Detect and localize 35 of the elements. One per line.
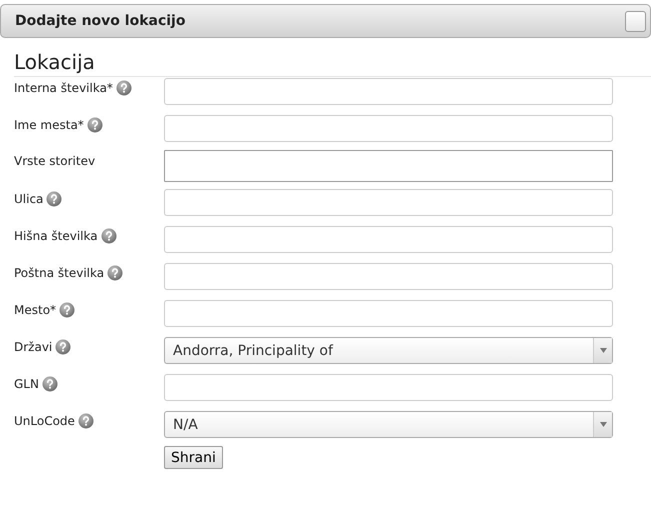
field-label: Hišna številka bbox=[14, 229, 98, 243]
help-icon[interactable] bbox=[100, 228, 117, 244]
field-label: Državi bbox=[14, 340, 52, 354]
help-icon[interactable] bbox=[59, 302, 76, 318]
help-icon[interactable] bbox=[86, 117, 103, 133]
help-icon[interactable] bbox=[107, 265, 124, 281]
text-field[interactable] bbox=[164, 374, 613, 401]
help-icon[interactable] bbox=[46, 191, 62, 207]
help-icon[interactable] bbox=[78, 413, 94, 429]
text-field[interactable] bbox=[164, 78, 613, 105]
text-field[interactable] bbox=[164, 115, 613, 142]
field-label: UnLoCode bbox=[14, 414, 75, 428]
field-label: Poštna številka bbox=[14, 266, 104, 280]
text-field[interactable] bbox=[164, 226, 613, 253]
help-icon[interactable] bbox=[116, 80, 132, 96]
field-label: Vrste storitev bbox=[14, 154, 96, 168]
section-title: Lokacija bbox=[14, 50, 651, 77]
multi-select-field[interactable] bbox=[164, 150, 613, 182]
panel-toggle-button[interactable] bbox=[625, 10, 646, 32]
caret-icon bbox=[600, 422, 606, 427]
caret-icon bbox=[600, 348, 606, 353]
text-field[interactable] bbox=[164, 189, 613, 216]
field-label: GLN bbox=[14, 377, 39, 391]
help-icon[interactable] bbox=[42, 376, 58, 392]
field-label: Ulica bbox=[14, 192, 44, 206]
text-field[interactable] bbox=[164, 300, 613, 327]
panel-title: Dodajte novo lokacijo bbox=[15, 13, 186, 29]
save-button[interactable]: Shrani bbox=[164, 446, 223, 469]
help-icon[interactable] bbox=[55, 339, 72, 355]
dropdown[interactable]: Andorra, Principality of bbox=[164, 337, 613, 364]
dropdown[interactable]: N/A bbox=[164, 411, 613, 438]
text-field[interactable] bbox=[164, 263, 613, 290]
field-label: Ime mesta* bbox=[14, 118, 84, 132]
field-label: Mesto* bbox=[14, 303, 56, 317]
field-label: Interna številka* bbox=[14, 81, 113, 95]
